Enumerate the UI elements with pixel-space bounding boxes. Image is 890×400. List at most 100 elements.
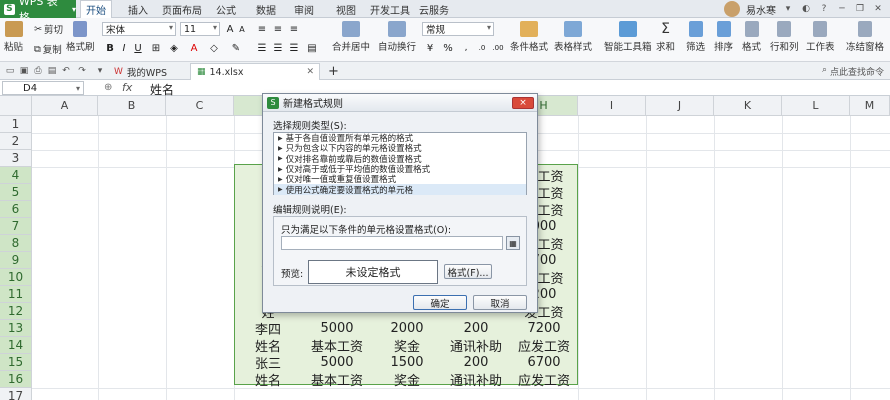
print-icon[interactable]: ⎙ (32, 65, 44, 77)
open-folder-icon[interactable]: ▭ (4, 65, 16, 77)
avatar[interactable] (724, 1, 740, 17)
row-header[interactable]: 10 (0, 269, 32, 286)
tab-formulas[interactable]: 公式 (212, 0, 240, 18)
table-cell[interactable]: 200 (443, 320, 509, 337)
freeze-button[interactable]: 冻结窗格 (846, 21, 884, 53)
table-cell[interactable]: 奖金 (373, 337, 441, 355)
table-cell[interactable]: 姓名 (235, 371, 301, 389)
currency-icon[interactable]: ¥ (424, 42, 436, 54)
table-cell[interactable]: 奖金 (373, 371, 441, 389)
table-cell[interactable]: 5000 (303, 320, 371, 337)
rule-type-list[interactable]: ▶ 基于各自值设置所有单元格的格式 ▶ 只为包含以下内容的单元格设置格式 ▶ 仅对排名… (273, 132, 527, 196)
wrap-text-button[interactable]: 自动换行 (378, 21, 416, 53)
italic-button[interactable]: I (118, 42, 130, 54)
rule-type-item-selected[interactable]: ▶ 使用公式确定要设置格式的单元格 (274, 184, 526, 196)
name-box[interactable]: D4 ▾ (2, 81, 84, 95)
new-tab-button[interactable]: + (322, 63, 345, 80)
fx-button[interactable]: fx (122, 81, 132, 94)
table-cell[interactable]: 张三 (235, 354, 301, 372)
align-top-icon[interactable]: ≡ (256, 23, 268, 35)
table-cell[interactable]: 应发工资 (511, 371, 577, 389)
tab-cloud[interactable]: 云服务 (416, 0, 452, 18)
row-header[interactable]: 4 (0, 167, 32, 184)
row-header[interactable]: 3 (0, 150, 32, 167)
row-header[interactable]: 7 (0, 218, 32, 235)
table-cell[interactable]: 5000 (303, 354, 371, 371)
format-button[interactable]: 格式 (742, 21, 761, 53)
tab-my-wps[interactable]: W 我的WPS (108, 63, 173, 80)
shrink-font-icon[interactable]: A (236, 23, 248, 35)
tab-home[interactable]: 开始 (80, 0, 112, 18)
format-button[interactable]: 格式(F)... (444, 264, 492, 279)
row-header[interactable]: 11 (0, 286, 32, 303)
column-header[interactable]: K (714, 96, 782, 116)
increase-decimal-icon[interactable]: .0 (476, 42, 488, 54)
cancel-button[interactable]: 取消 (473, 295, 527, 310)
sum-button[interactable]: Σ 求和 (656, 21, 675, 53)
column-header[interactable]: J (646, 96, 714, 116)
row-header[interactable]: 17 (0, 388, 32, 400)
number-format-select[interactable]: 常规 (422, 22, 494, 36)
formula-condition-input[interactable] (281, 236, 503, 250)
help-icon[interactable]: ? (818, 3, 830, 15)
percent-icon[interactable]: % (442, 42, 454, 54)
grow-font-icon[interactable]: A (224, 23, 236, 35)
row-header[interactable]: 14 (0, 337, 32, 354)
table-cell[interactable]: 应发工资 (511, 337, 577, 355)
table-cell[interactable]: 基本工资 (303, 337, 371, 355)
fill-color-icon[interactable]: ◈ (168, 42, 180, 54)
font-color-icon[interactable]: A (188, 42, 200, 54)
row-header[interactable]: 15 (0, 354, 32, 371)
table-cell[interactable]: 姓名 (235, 337, 301, 355)
zoom-icon[interactable]: ⊕ (104, 82, 112, 93)
worksheet-button[interactable]: 工作表 (806, 21, 835, 53)
preview-icon[interactable]: ▤ (46, 65, 58, 77)
tab-insert[interactable]: 插入 (124, 0, 152, 18)
table-cell[interactable]: 1500 (373, 354, 441, 371)
range-picker-icon[interactable]: ▦ (506, 236, 520, 250)
clear-format-icon[interactable]: ◇ (208, 42, 220, 54)
underline-button[interactable]: U (132, 42, 144, 54)
row-header[interactable]: 2 (0, 133, 32, 150)
save-icon[interactable]: ▣ (18, 65, 30, 77)
minimize-icon[interactable]: ─ (836, 3, 848, 15)
row-header[interactable]: 6 (0, 201, 32, 218)
column-header[interactable]: A (32, 96, 98, 116)
align-right-icon[interactable]: ☰ (288, 42, 300, 54)
user-name[interactable]: 易水寒 (746, 2, 776, 17)
table-cell[interactable]: 通讯补助 (443, 371, 509, 389)
row-header[interactable]: 9 (0, 252, 32, 269)
distribute-icon[interactable]: ▤ (306, 42, 318, 54)
bold-button[interactable]: B (104, 42, 116, 54)
align-left-icon[interactable]: ☰ (256, 42, 268, 54)
column-header[interactable]: M (850, 96, 890, 116)
dialog-title-bar[interactable]: S 新建格式规则 (263, 94, 537, 112)
tab-page-layout[interactable]: 页面布局 (160, 0, 204, 18)
dialog-close-button[interactable]: × (512, 97, 534, 109)
app-menu-button[interactable]: S WPS 表格 ▾ (0, 0, 76, 24)
row-header[interactable]: 13 (0, 320, 32, 337)
cut-button[interactable]: ✂ 剪切 (34, 22, 63, 37)
row-header[interactable]: 1 (0, 116, 32, 133)
copy-button[interactable]: ⧉ 复制 (34, 42, 62, 57)
tab-view[interactable]: 视图 (332, 0, 360, 18)
table-cell[interactable]: 通讯补助 (443, 337, 509, 355)
row-header[interactable]: 8 (0, 235, 32, 252)
align-middle-icon[interactable]: ≡ (272, 23, 284, 35)
row-header[interactable]: 16 (0, 371, 32, 388)
column-header[interactable]: C (166, 96, 234, 116)
filter-button[interactable]: 筛选 (686, 21, 705, 53)
thousands-icon[interactable]: , (460, 42, 472, 54)
command-search[interactable]: ⌕ 点此查找命令 (822, 65, 884, 78)
ok-button[interactable]: 确定 (413, 295, 467, 310)
conditional-format-button[interactable]: 条件格式 (510, 21, 548, 53)
table-style-button[interactable]: 表格样式 (554, 21, 592, 53)
table-cell[interactable]: 基本工资 (303, 371, 371, 389)
column-header[interactable]: L (782, 96, 850, 116)
close-icon[interactable]: ✕ (872, 3, 884, 15)
row-header[interactable]: 5 (0, 184, 32, 201)
tab-file[interactable]: ▦ 14.xlsx ✕ (190, 63, 320, 80)
restore-icon[interactable]: ❐ (854, 3, 866, 15)
sort-button[interactable]: 排序 (714, 21, 733, 53)
row-header[interactable]: 12 (0, 303, 32, 320)
